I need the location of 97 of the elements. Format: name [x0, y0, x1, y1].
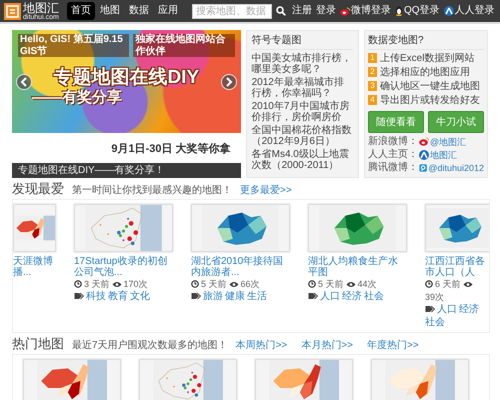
- age-text: 5 天前: [318, 278, 344, 290]
- map-thumbnail[interactable]: [13, 204, 56, 252]
- nav-tab[interactable]: 应用: [154, 2, 182, 20]
- site-name: 地图汇: [23, 2, 59, 14]
- eye-icon: [228, 280, 239, 288]
- tag-link[interactable]: 社会: [364, 290, 384, 302]
- tags-icon: [191, 292, 201, 300]
- step-text: 选择相应的地图应用: [380, 66, 470, 78]
- penguin-icon: [395, 6, 403, 16]
- topic-link[interactable]: 中国美女城市排行榜，哪里美女多呢？: [252, 52, 353, 74]
- login-link[interactable]: 人人登录: [444, 5, 495, 17]
- map-title-link[interactable]: 天涯微博播...: [13, 256, 56, 278]
- search-field[interactable]: 搜索地图、数据: [192, 4, 272, 18]
- section-subtitle: 第一时间让你找到最感兴趣的地图！: [72, 185, 232, 196]
- section-link[interactable]: 本周热门>>: [236, 340, 288, 352]
- social-link[interactable]: 地图汇: [430, 148, 457, 160]
- clock-icon: [191, 280, 199, 288]
- panel-title: 符号专题图: [252, 35, 353, 50]
- login-link[interactable]: 注册: [292, 5, 312, 17]
- weibo-icon: [419, 137, 429, 146]
- age-text: 5 天前: [201, 278, 227, 290]
- logo-icon: [4, 2, 21, 20]
- person-icon: [444, 6, 454, 16]
- topic-link[interactable]: 2010年7月中国城市房价排行，房价啊房价: [252, 100, 353, 122]
- step-number: 3: [368, 81, 377, 91]
- tag-link[interactable]: 社会: [425, 316, 445, 328]
- banner-tag: 独家在线地图网站合作伙伴: [133, 34, 235, 57]
- login-link[interactable]: QQ登录: [395, 5, 440, 17]
- panel-title: 数据变地图?: [368, 35, 484, 50]
- map-title-link[interactable]: 湖北省2010年接待国内旅游者...: [191, 256, 290, 278]
- nav-tab[interactable]: 数据: [125, 2, 153, 20]
- step-number: 2: [368, 67, 377, 77]
- topic-link[interactable]: 各省Ms4.0级以上地震次数（2000-2011）: [252, 148, 353, 170]
- banner-tag: Hello, GIS! 第五届9.15 GIS节: [18, 34, 130, 57]
- social-link[interactable]: @地图汇: [430, 136, 466, 148]
- tag-link[interactable]: 旅游: [203, 290, 223, 302]
- nav-tab[interactable]: 首页: [67, 2, 95, 20]
- section-subtitle: 最近7天用户围观次数最多的地图！: [72, 340, 228, 352]
- previous-button[interactable]: [16, 74, 32, 90]
- eye-icon: [462, 280, 473, 288]
- views-text: 44次: [358, 278, 377, 290]
- tag-link[interactable]: 教育: [108, 290, 128, 302]
- social-label: 人人主页：: [368, 148, 418, 160]
- weibo-icon: [340, 6, 350, 16]
- section-title: 热门地图: [12, 336, 64, 352]
- action-button[interactable]: 随便看看: [368, 110, 424, 132]
- tag-link[interactable]: 科技: [86, 290, 106, 302]
- clock-icon: [74, 280, 82, 288]
- tag-link[interactable]: 生活: [247, 290, 267, 302]
- map-title-link[interactable]: 江西江西省各市人口（人: [425, 256, 489, 278]
- banner-date: 9月1日-30日 大奖等你拿: [110, 142, 232, 157]
- tags-icon: [74, 292, 84, 300]
- views-text: 66次: [240, 278, 260, 290]
- topic-link[interactable]: 2012年最幸福城市排行榜，你幸福吗？: [252, 76, 353, 98]
- section-title: 发现最爱: [12, 182, 64, 197]
- map-thumbnail[interactable]: [425, 204, 489, 252]
- clock-icon: [425, 280, 433, 288]
- search-icon: [276, 6, 286, 16]
- tag-link[interactable]: 文化: [130, 290, 150, 302]
- age-text: 3 天前: [84, 278, 110, 290]
- login-link[interactable]: 微博登录: [340, 5, 391, 17]
- eye-icon: [112, 280, 122, 288]
- step-text: 上传Excel数据到网站: [380, 52, 474, 64]
- nav-tab[interactable]: 地图: [96, 2, 124, 20]
- tags-icon: [425, 305, 435, 314]
- section-link[interactable]: 本月热门>>: [301, 340, 353, 352]
- social-label: 新浪微博：: [368, 136, 418, 148]
- action-button[interactable]: 牛刀小试: [428, 110, 484, 132]
- clock-icon: [308, 280, 316, 288]
- person-icon: [419, 150, 429, 160]
- step-number: 4: [368, 95, 377, 105]
- topic-link[interactable]: 全国中国棉花价格指数（2012年9月6日）: [252, 124, 353, 146]
- section-link[interactable]: 更多最爱>>: [240, 185, 292, 196]
- tag-link[interactable]: 人口: [437, 304, 457, 315]
- views-text: 39次: [425, 292, 444, 303]
- tags-icon: [308, 292, 318, 300]
- login-link[interactable]: 登录: [316, 5, 336, 17]
- age-text: 6 天前: [435, 278, 461, 290]
- speech-icon: [419, 162, 428, 172]
- tag-link[interactable]: 经济: [342, 290, 362, 302]
- tag-link[interactable]: 人口: [320, 290, 340, 302]
- step-text: 导出图片或转发给好友: [380, 94, 480, 106]
- social-link[interactable]: @dituhui2012: [428, 162, 484, 174]
- social-label: 腾讯微博：: [368, 162, 418, 174]
- step-number: 1: [368, 53, 377, 63]
- eye-icon: [346, 280, 356, 288]
- views-text: 170次: [124, 278, 148, 290]
- next-button[interactable]: [220, 74, 237, 90]
- map-title-link[interactable]: 17Startup收录的初创公司气泡...: [74, 256, 173, 278]
- step-text: 确认地区一键生成地图: [380, 80, 480, 92]
- tag-link[interactable]: 健康: [225, 290, 245, 302]
- section-link[interactable]: 年度热门>>: [366, 340, 419, 352]
- tag-link[interactable]: 经济: [459, 304, 479, 315]
- chevron-right-icon: [224, 77, 233, 87]
- chevron-left-icon: [20, 77, 28, 87]
- banner-caption[interactable]: 专题地图在线DIY——有奖分享！: [12, 162, 241, 178]
- map-title-link[interactable]: 湖北人均粮食生产水平图: [308, 256, 407, 278]
